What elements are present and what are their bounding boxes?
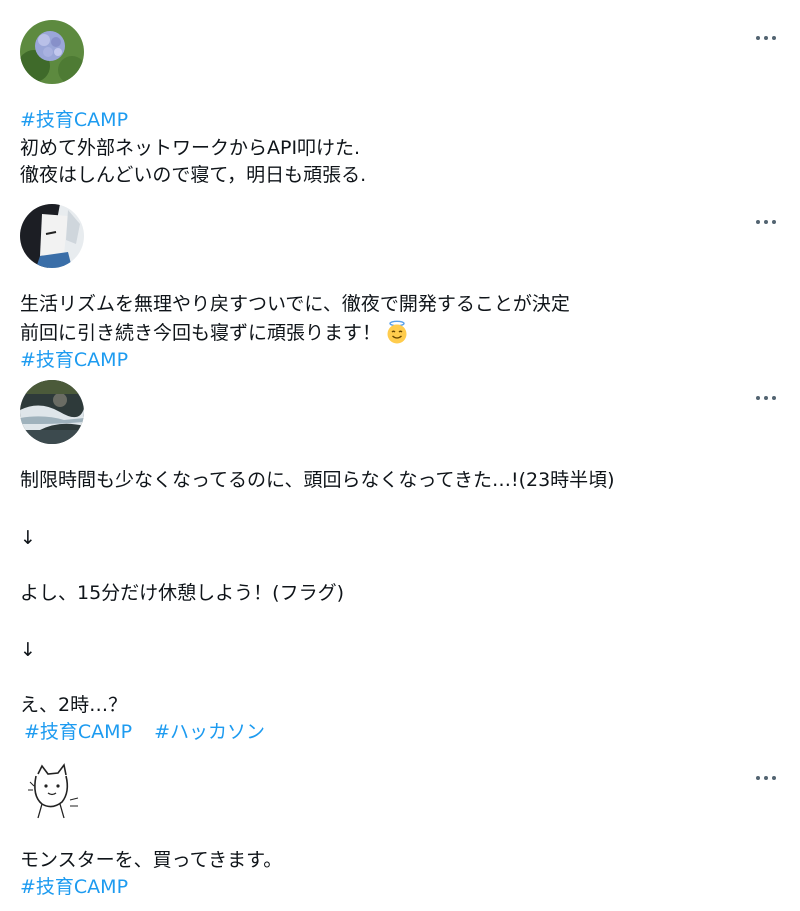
more-horizontal-icon: [756, 36, 760, 40]
more-options-button[interactable]: [752, 388, 780, 408]
post-text-line: よし、15分だけ休憩しよう！(フラグ): [20, 582, 345, 604]
hashtag-link[interactable]: #技育CAMP: [20, 348, 128, 372]
post-text-line: 生活リズムを無理やり戻すついでに、徹夜で開発することが決定: [20, 293, 570, 315]
more-options-button[interactable]: [752, 212, 780, 232]
post-text: 前回に引き続き今回も寝ずに頑張ります！: [20, 322, 382, 344]
avatar[interactable]: [20, 20, 84, 84]
avatar[interactable]: [20, 204, 84, 268]
hashtag-link[interactable]: #技育CAMP: [24, 721, 132, 743]
post-text-line: モンスターを、買ってきます。: [20, 849, 283, 871]
post-text-line: え、2時…？: [20, 694, 128, 716]
avatar[interactable]: [20, 380, 84, 444]
post-2: 生活リズムを無理やり戻すついでに、徹夜で開発することが決定 前回に引き続き今回も…: [0, 200, 800, 376]
post-1: #技育CAMP 初めて外部ネットワークからAPI叩けた. 徹夜はしんどいので寝て…: [0, 0, 800, 200]
more-options-button[interactable]: [752, 28, 780, 48]
hashtag-link[interactable]: #技育CAMP: [20, 108, 128, 132]
hashtag-link[interactable]: #技育CAMP: [20, 875, 128, 899]
more-horizontal-icon: [756, 776, 760, 780]
hashtag-row: #技育CAMP #ハッカソン: [24, 720, 265, 744]
post-3: 制限時間も少なくなってるのに、頭回らなくなってきた…!(23時半頃) ↓ よし、…: [0, 376, 800, 756]
post-text-line: 前回に引き続き今回も寝ずに頑張ります！: [20, 320, 409, 345]
post-text-line: 徹夜はしんどいので寝て，明日も頑張る.: [20, 164, 367, 186]
post-text-line: 制限時間も少なくなってるのに、頭回らなくなってきた…!(23時半頃): [20, 469, 615, 491]
more-horizontal-icon: [756, 220, 760, 224]
smiling-face-with-halo-emoji: [387, 320, 407, 344]
avatar[interactable]: [20, 760, 84, 824]
post-text-line: ↓: [20, 527, 36, 549]
more-horizontal-icon: [756, 396, 760, 400]
more-options-button[interactable]: [752, 768, 780, 788]
hashtag-link[interactable]: #ハッカソン: [154, 721, 265, 743]
post-4: モンスターを、買ってきます。 #技育CAMP: [0, 756, 800, 911]
post-text-line: 初めて外部ネットワークからAPI叩けた.: [20, 137, 361, 159]
post-text-line: ↓: [20, 639, 36, 661]
